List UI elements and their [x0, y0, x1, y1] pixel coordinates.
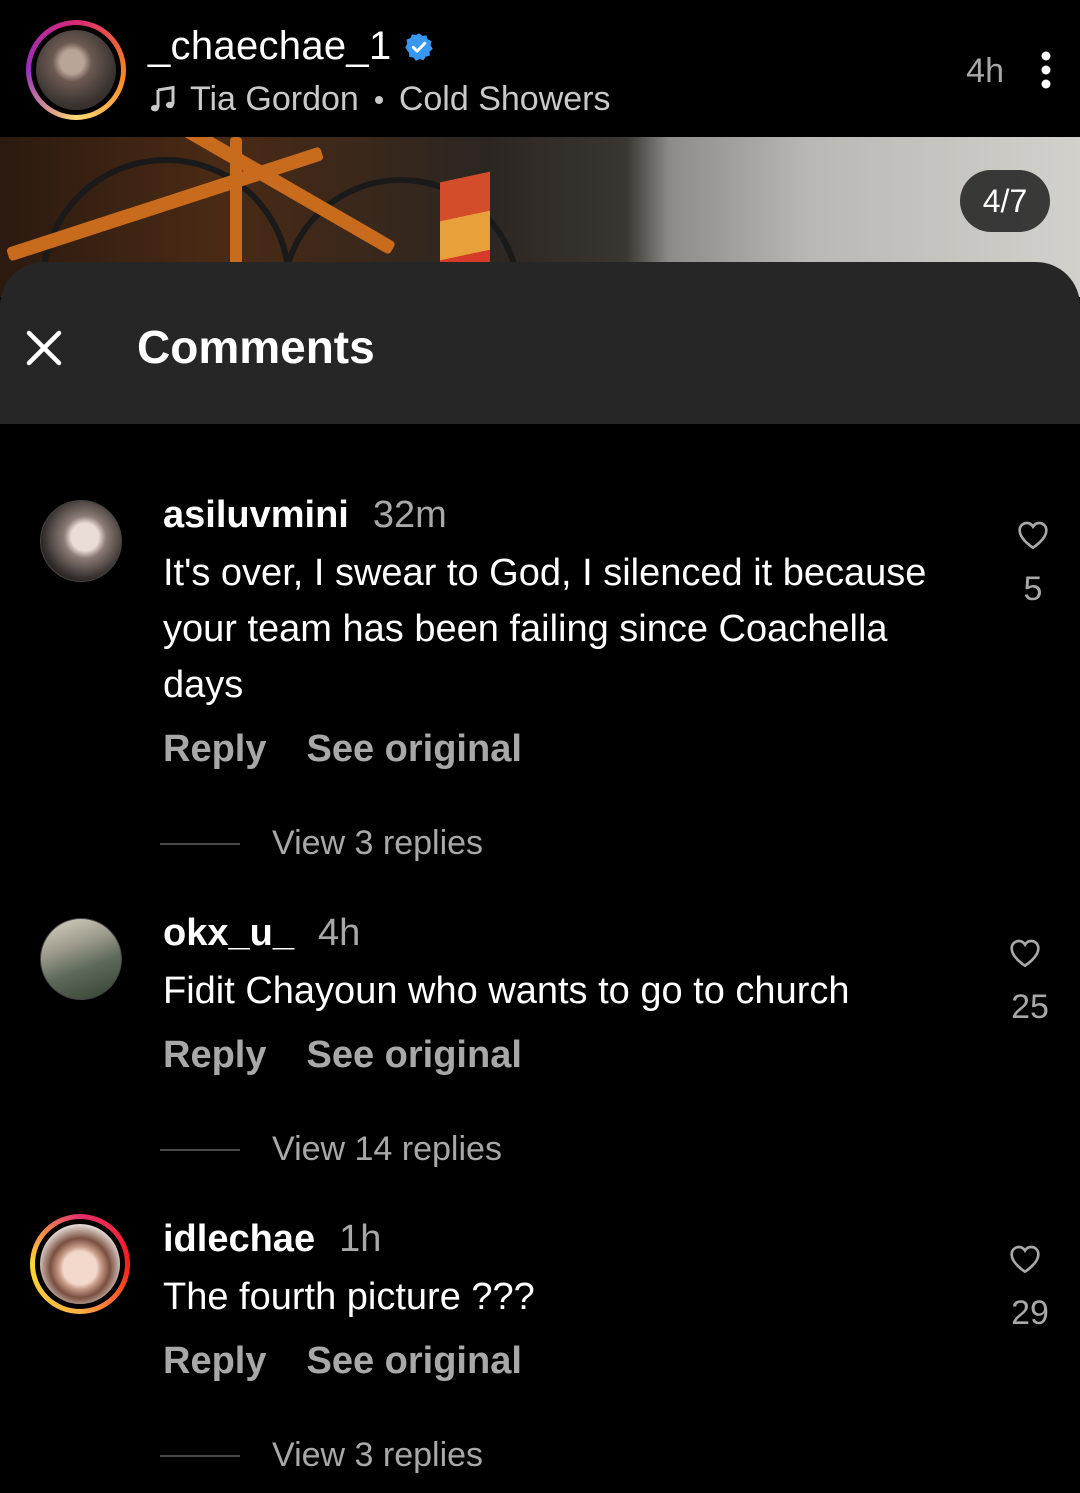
comment-header: asiluvmini 32m	[163, 494, 447, 537]
comment-text: The fourth picture ???	[163, 1276, 535, 1318]
post-username[interactable]: _chaechae_1	[148, 24, 392, 69]
comment-username[interactable]: asiluvmini	[163, 494, 349, 536]
see-original-button[interactable]: See original	[306, 1034, 521, 1076]
see-original-button[interactable]: See original	[306, 1340, 521, 1382]
post-time: 4h	[966, 52, 1004, 90]
music-info[interactable]: Tia Gordon Cold Showers	[148, 80, 610, 119]
comment-header: okx_u_ 4h	[163, 912, 360, 955]
reply-button[interactable]: Reply	[163, 1340, 266, 1382]
separator-dot	[374, 95, 383, 104]
carousel-page-indicator: 4/7	[960, 170, 1050, 232]
view-replies-button[interactable]: View 3 replies	[160, 1436, 483, 1475]
replies-divider	[160, 1148, 240, 1151]
comment-username[interactable]: idlechae	[163, 1218, 315, 1260]
comment-actions: Reply See original	[163, 728, 522, 771]
comment-time: 32m	[372, 494, 447, 536]
comments-title: Comments	[137, 321, 375, 373]
close-icon[interactable]	[26, 330, 62, 366]
music-note-icon	[150, 85, 175, 111]
comment-username[interactable]: okx_u_	[163, 912, 294, 954]
commenter-avatar[interactable]	[40, 918, 122, 1000]
replies-divider	[160, 842, 240, 845]
more-options-icon[interactable]	[1040, 50, 1052, 90]
comment-actions: Reply See original	[163, 1034, 522, 1077]
commenter-avatar[interactable]	[40, 500, 122, 582]
view-replies-label: View 3 replies	[272, 1436, 484, 1474]
like-count: 5	[1023, 570, 1043, 608]
heart-icon[interactable]	[1009, 1244, 1041, 1274]
music-artist: Tia Gordon	[190, 80, 359, 118]
view-replies-label: View 3 replies	[272, 824, 484, 862]
view-replies-button[interactable]: View 3 replies	[160, 824, 483, 863]
replies-divider	[160, 1454, 240, 1457]
comment-time: 4h	[317, 912, 361, 954]
post-header: _chaechae_1 Tia Gordon Cold Showers 4h	[0, 0, 1080, 137]
heart-icon[interactable]	[1009, 938, 1041, 968]
comment-time: 1h	[339, 1218, 382, 1260]
reply-button[interactable]: Reply	[163, 728, 266, 770]
commenter-avatar[interactable]	[30, 1214, 130, 1314]
see-original-button[interactable]: See original	[306, 728, 521, 770]
view-replies-label: View 14 replies	[272, 1130, 502, 1168]
comment-actions: Reply See original	[163, 1340, 522, 1383]
comment-text: It's over, I swear to God, I silenced it…	[163, 552, 927, 706]
view-replies-button[interactable]: View 14 replies	[160, 1130, 502, 1169]
like-count: 29	[1011, 1294, 1049, 1332]
like-count: 25	[1011, 988, 1049, 1026]
comments-list[interactable]: asiluvmini 32m It's over, I swear to God,…	[0, 424, 1080, 1493]
comment-header: idlechae 1h	[163, 1218, 381, 1261]
verified-badge-icon	[405, 33, 433, 61]
post-author-avatar[interactable]	[26, 20, 126, 120]
heart-icon[interactable]	[1017, 520, 1049, 550]
comment-text: Fidit Chayoun who wants to go to church	[163, 970, 850, 1012]
reply-button[interactable]: Reply	[163, 1034, 266, 1076]
music-track: Cold Showers	[398, 80, 611, 118]
comments-sheet-header: Comments	[0, 262, 1080, 424]
